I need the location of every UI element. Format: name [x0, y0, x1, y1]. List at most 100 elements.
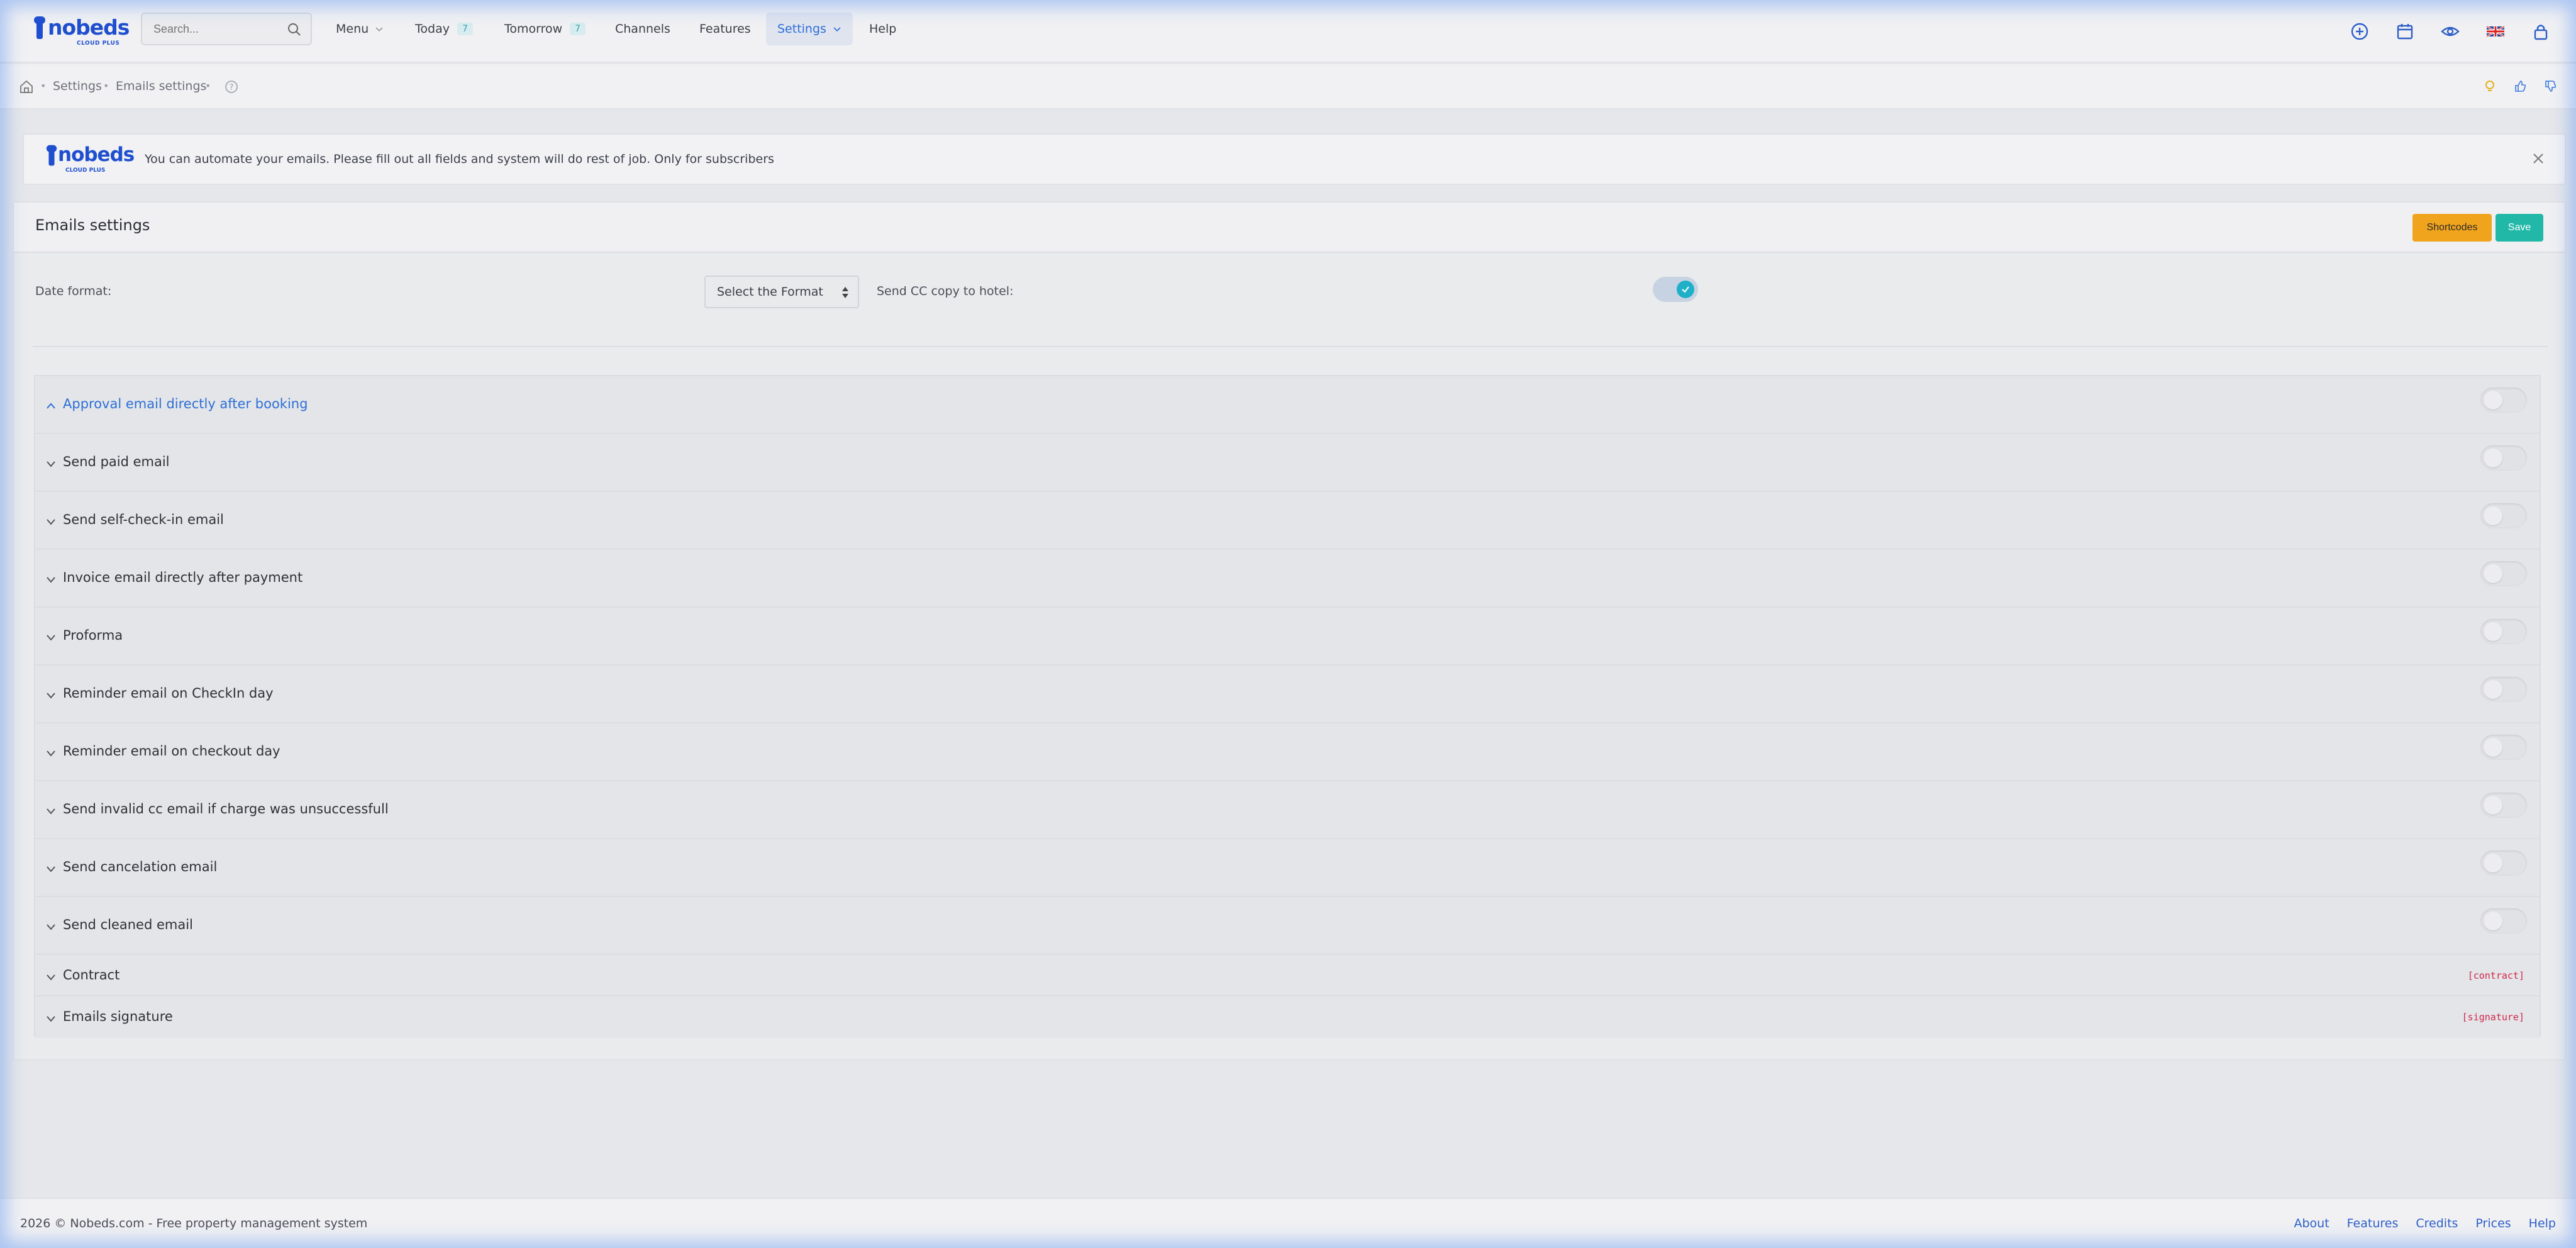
nav-settings[interactable]: Settings — [777, 18, 841, 40]
section-proforma[interactable]: Proforma — [35, 608, 2540, 666]
nav-menu[interactable]: Menu — [336, 18, 384, 40]
select-arrows-icon — [842, 287, 848, 298]
section-toggle[interactable] — [2480, 677, 2527, 702]
section-invoice-email[interactable]: Invoice email directly after payment — [35, 550, 2540, 608]
section-label: Reminder email on CheckIn day — [63, 686, 274, 701]
logo-wordmark: nobeds — [48, 15, 130, 40]
toggle-knob — [2484, 738, 2502, 757]
footer-link-help[interactable]: Help — [2529, 1217, 2556, 1230]
toggle-knob — [2484, 911, 2502, 930]
svg-text:?: ? — [230, 83, 234, 92]
section-label: Send invalid cc email if charge was unsu… — [63, 801, 389, 816]
notice-logo-wordmark: nobeds — [58, 143, 135, 166]
chevron-down-icon — [375, 27, 383, 32]
thumbs-up-icon[interactable] — [2513, 79, 2527, 93]
section-toggle[interactable] — [2480, 445, 2527, 471]
footer: 2026 © Nobeds.com - Free property manage… — [0, 1198, 2576, 1248]
lightbulb-icon[interactable] — [2483, 79, 2497, 93]
add-circle-icon[interactable] — [2350, 21, 2370, 42]
section-toggle[interactable] — [2480, 503, 2527, 528]
search-icon[interactable] — [287, 22, 302, 37]
section-label: Contract — [63, 967, 120, 983]
notice-text: You can automate your emails. Please fil… — [145, 152, 774, 166]
section-label: Emails signature — [63, 1009, 173, 1024]
nav-channels[interactable]: Channels — [615, 18, 670, 40]
search-box[interactable] — [141, 13, 312, 45]
section-toggle[interactable] — [2480, 908, 2527, 933]
footer-link-features[interactable]: Features — [2347, 1217, 2399, 1230]
nav-today[interactable]: Today 7 — [415, 18, 473, 40]
nav-menu-label: Menu — [336, 22, 369, 36]
chevron-up-icon — [47, 403, 55, 409]
section-contract[interactable]: Contract [contract] — [35, 955, 2540, 996]
notice-logo-tagline: CLOUD PLUS — [65, 167, 106, 174]
logo-mark-icon — [46, 145, 57, 166]
section-label: Proforma — [63, 628, 123, 643]
toggle-knob — [2484, 680, 2502, 699]
section-toggle[interactable] — [2480, 850, 2527, 876]
section-toggle[interactable] — [2480, 735, 2527, 760]
breadcrumb-settings[interactable]: Settings — [53, 79, 102, 93]
nav-features-label: Features — [699, 22, 751, 36]
date-format-select[interactable]: Select the Format — [704, 276, 859, 308]
footer-copyright: 2026 © Nobeds.com - Free property manage… — [20, 1217, 368, 1230]
contract-shortcode: [contract] — [2467, 970, 2524, 981]
chevron-down-icon — [47, 750, 55, 757]
breadcrumb-separator: • — [205, 80, 211, 92]
footer-link-about[interactable]: About — [2294, 1217, 2329, 1230]
nobeds-logo[interactable]: nobeds CLOUD PLUS — [33, 15, 130, 47]
footer-link-prices[interactable]: Prices — [2475, 1217, 2511, 1230]
toggle-knob — [1677, 281, 1694, 298]
section-cleaned-email[interactable]: Send cleaned email — [35, 897, 2540, 955]
section-toggle[interactable] — [2480, 793, 2527, 818]
save-button[interactable]: Save — [2496, 214, 2543, 242]
chevron-down-icon — [47, 924, 55, 930]
section-label: Send self-check-in email — [63, 512, 224, 527]
signature-shortcode: [signature] — [2462, 1011, 2524, 1023]
chevron-down-icon — [47, 693, 55, 699]
toggle-knob — [2484, 796, 2502, 815]
section-emails-signature[interactable]: Emails signature [signature] — [35, 996, 2540, 1038]
section-self-check-in-email[interactable]: Send self-check-in email — [35, 492, 2540, 550]
shortcodes-button[interactable]: Shortcodes — [2412, 214, 2492, 242]
lock-icon[interactable] — [2531, 21, 2551, 42]
section-toggle[interactable] — [2480, 619, 2527, 644]
section-checkout-reminder[interactable]: Reminder email on checkout day — [35, 723, 2540, 781]
page-title: Emails settings — [35, 216, 150, 234]
close-icon[interactable] — [2531, 151, 2546, 166]
calendar-icon[interactable] — [2395, 21, 2415, 42]
section-approval-email[interactable]: Approval email directly after booking — [35, 376, 2540, 434]
section-cancelation-email[interactable]: Send cancelation email — [35, 839, 2540, 897]
section-paid-email[interactable]: Send paid email — [35, 434, 2540, 492]
footer-link-credits[interactable]: Credits — [2416, 1217, 2458, 1230]
footer-links: About Features Credits Prices Help — [2294, 1217, 2556, 1230]
eye-icon[interactable] — [2440, 21, 2460, 42]
nav-features[interactable]: Features — [699, 18, 751, 40]
breadcrumb-separator: • — [40, 80, 47, 92]
nav-tomorrow[interactable]: Tomorrow 7 — [504, 18, 586, 40]
uk-flag-icon[interactable] — [2485, 21, 2506, 42]
section-toggle[interactable] — [2480, 387, 2527, 413]
breadcrumb-separator: • — [103, 80, 109, 92]
help-icon[interactable]: ? — [224, 79, 239, 94]
breadcrumb: • Settings • Emails settings • ? — [0, 64, 2576, 109]
search-input[interactable] — [142, 14, 311, 44]
divider — [33, 346, 2548, 347]
section-label: Invoice email directly after payment — [63, 570, 303, 585]
nav-help[interactable]: Help — [869, 18, 896, 40]
cc-copy-toggle[interactable] — [1653, 277, 1698, 302]
section-label: Approval email directly after booking — [63, 396, 308, 411]
toggle-knob — [2484, 391, 2502, 410]
thumbs-down-icon[interactable] — [2543, 79, 2557, 93]
chevron-down-icon — [47, 461, 55, 467]
home-icon[interactable] — [19, 79, 34, 94]
section-checkin-reminder[interactable]: Reminder email on CheckIn day — [35, 666, 2540, 723]
nav-today-label: Today — [415, 22, 450, 36]
section-toggle[interactable] — [2480, 561, 2527, 586]
chevron-down-icon — [47, 1016, 55, 1022]
nav-help-label: Help — [869, 22, 897, 36]
section-invalid-cc-email[interactable]: Send invalid cc email if charge was unsu… — [35, 781, 2540, 839]
toggle-knob — [2484, 506, 2502, 525]
section-label: Send cleaned email — [63, 917, 193, 932]
date-format-label: Date format: — [35, 284, 112, 298]
